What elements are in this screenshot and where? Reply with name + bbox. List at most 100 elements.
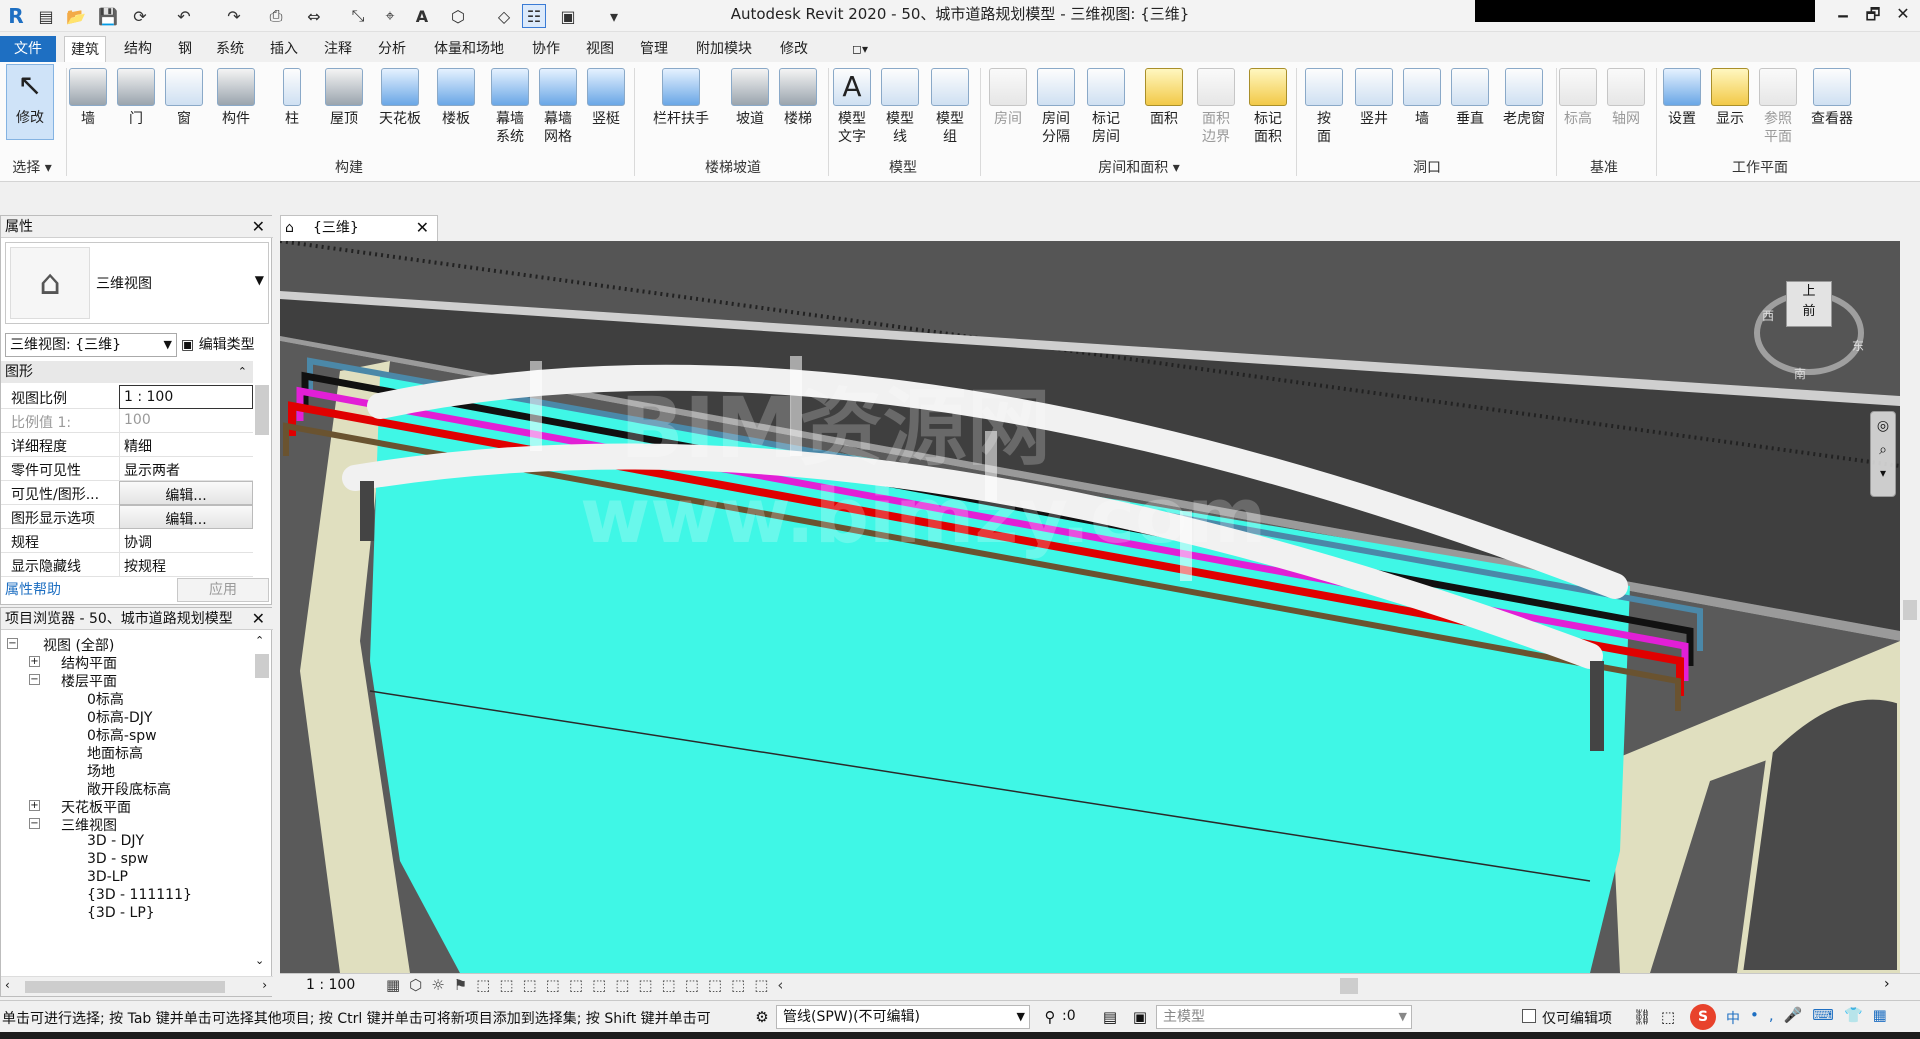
scroll-up-icon[interactable]: ⌃ [255, 634, 264, 647]
property-value[interactable]: 100 [119, 409, 253, 433]
navigation-bar[interactable]: ◎ ⌕ ▾ [1870, 411, 1896, 497]
home-icon[interactable]: ▤ [34, 4, 58, 28]
wall-opening-button[interactable]: 墙 [1400, 66, 1444, 166]
wall-button[interactable]: 墙 [66, 66, 110, 166]
design-options-icon[interactable]: ▣ [1130, 1007, 1150, 1027]
active-workset[interactable]: 管线(SPW)(不可编辑) ▼ [776, 1005, 1030, 1029]
vertical-opening-button[interactable]: 垂直 [1448, 66, 1492, 166]
3d-viewport[interactable]: BIM资源网 www.bimzy.com 上前 西 东 南 ◎ ⌕ ▾ [280, 241, 1900, 973]
properties-scrollbar[interactable] [255, 385, 269, 435]
close-view-icon[interactable]: ✕ [416, 216, 429, 240]
default-3d-icon[interactable]: ⬡ [446, 4, 470, 28]
sync-icon[interactable]: ⟳ [128, 4, 152, 28]
undo-icon[interactable]: ↶ [172, 4, 196, 28]
expand-icon[interactable]: + [29, 800, 40, 811]
thin-lines-icon[interactable]: ☷ [522, 4, 546, 28]
browser-item[interactable]: 三维视图 [61, 815, 117, 835]
tab-analyze[interactable]: 分析 [372, 36, 412, 62]
property-row[interactable]: 比例值 1: 100 [1, 409, 253, 433]
collapse-icon[interactable]: − [29, 818, 40, 829]
view-instance-selector[interactable]: 三维视图: {三维} ▼ [5, 333, 177, 357]
collapse-icon[interactable]: − [29, 674, 40, 685]
properties-help-link[interactable]: 属性帮助 [5, 579, 61, 599]
opening-by-face-button[interactable]: 按 面 [1302, 66, 1346, 166]
browser-vscrollbar[interactable] [255, 654, 269, 678]
area-boundary-button[interactable]: 面积 边界 [1194, 66, 1238, 166]
browser-hscrollbar[interactable]: ‹ › [1, 976, 273, 996]
view-scale[interactable]: 1 : 100 [306, 977, 355, 993]
ref-plane-button[interactable]: 参照 平面 [1756, 66, 1800, 166]
open-icon[interactable]: 📂 [64, 4, 88, 28]
component-button[interactable]: 构件 [214, 66, 258, 166]
zoom-icon[interactable]: ⌕ [1871, 442, 1895, 458]
roof-button[interactable]: 屋顶 [322, 66, 366, 166]
nav-dropdown-icon[interactable]: ▾ [1871, 466, 1895, 480]
type-selector[interactable]: ⌂ 三维视图 ▼ [5, 242, 269, 324]
view-control-icons[interactable]: ▦⬡☼⚑⬚⬚⬚⬚⬚⬚⬚⬚⬚⬚⬚⬚⬚‹ [386, 976, 792, 994]
tab-file[interactable]: 文件 [0, 36, 56, 62]
tab-addins[interactable]: 附加模块 [690, 36, 758, 62]
browser-item[interactable]: 3D - DJY [87, 833, 144, 849]
tab-manage[interactable]: 管理 [634, 36, 674, 62]
window-button[interactable]: 窗 [162, 66, 206, 166]
graphics-group[interactable]: 图形 ⌃ [1, 361, 253, 383]
revit-logo-icon[interactable]: R [4, 4, 28, 28]
browser-item[interactable]: {3D - LP} [87, 905, 155, 921]
filter-icon[interactable]: ⚲ [1040, 1007, 1060, 1027]
tab-annotate[interactable]: 注释 [318, 36, 358, 62]
view-vscrollbar[interactable] [1900, 200, 1920, 973]
property-value[interactable]: 显示两者 [119, 457, 253, 481]
measure-icon[interactable]: ⇔ [302, 4, 326, 28]
railing-button[interactable]: 栏杆扶手 [646, 66, 716, 166]
model-text-button[interactable]: A 模型 文字 [830, 66, 874, 166]
browser-item[interactable]: {3D - 111111} [87, 887, 192, 903]
tab-steel[interactable]: 钢 [172, 36, 198, 62]
browser-item[interactable]: 天花板平面 [61, 797, 131, 817]
set-workplane-button[interactable]: 设置 [1660, 66, 1704, 166]
property-row[interactable]: 零件可见性 显示两者 [1, 457, 253, 481]
expand-icon[interactable]: + [29, 656, 40, 667]
room-separator-button[interactable]: 房间 分隔 [1034, 66, 1078, 166]
qat-dropdown-icon[interactable]: ▾ [602, 4, 626, 28]
column-button[interactable]: 柱 [270, 66, 314, 166]
property-edit-button[interactable]: 编辑... [119, 505, 253, 529]
section-icon[interactable]: ◇ [492, 4, 516, 28]
browser-item[interactable]: 3D - spw [87, 851, 148, 867]
design-option-selector[interactable]: 主模型 ▼ [1156, 1005, 1412, 1029]
browser-item[interactable]: 楼层平面 [61, 671, 117, 691]
save-icon[interactable]: 💾 [96, 4, 120, 28]
viewcube-top[interactable]: 上 [1802, 284, 1815, 299]
property-row[interactable]: 规程 协调 [1, 529, 253, 553]
property-value[interactable]: 精细 [119, 433, 253, 457]
browser-item[interactable]: 结构平面 [61, 653, 117, 673]
tab-insert[interactable]: 插入 [264, 36, 304, 62]
property-row[interactable]: 显示隐藏线 按规程 [1, 553, 253, 577]
model-canvas[interactable] [280, 241, 1900, 973]
select-underlay-icon[interactable]: ⬚ [1658, 1007, 1678, 1027]
browser-item[interactable]: 视图 (全部) [43, 635, 114, 655]
floor-button[interactable]: 楼板 [434, 66, 478, 166]
area-button[interactable]: 面积 [1142, 66, 1186, 166]
type-dropdown-icon[interactable]: ▼ [255, 273, 264, 287]
property-row[interactable]: 视图比例 1 : 100 [1, 385, 253, 409]
tab-collaborate[interactable]: 协作 [526, 36, 566, 62]
panel-room-area-label[interactable]: 房间和面积 ▾ [986, 157, 1292, 179]
browser-item[interactable]: 3D-LP [87, 869, 128, 885]
tag-room-button[interactable]: 标记 房间 [1084, 66, 1128, 166]
level-button[interactable]: 标高 [1556, 66, 1600, 166]
browser-item[interactable]: 0标高-spw [87, 725, 157, 745]
show-workplane-button[interactable]: 显示 [1708, 66, 1752, 166]
browser-item[interactable]: 0标高-DJY [87, 707, 152, 727]
dimension-icon[interactable]: ⤡ [346, 4, 370, 28]
mullion-button[interactable]: 竖梃 [584, 66, 628, 166]
tab-modify[interactable]: 修改 [774, 36, 814, 62]
tab-structure[interactable]: 结构 [118, 36, 158, 62]
text-icon[interactable]: A [410, 4, 434, 28]
close-browser-icon[interactable]: ✕ [252, 608, 265, 630]
browser-item[interactable]: 地面标高 [87, 743, 143, 763]
panel-select-label[interactable]: 选择 ▾ [4, 157, 60, 179]
stair-button[interactable]: 楼梯 [776, 66, 820, 166]
editing-requests-icon[interactable]: ▤ [1100, 1007, 1120, 1027]
property-edit-button[interactable]: 编辑... [119, 481, 253, 505]
ime-toolbar-icons[interactable]: •,🎤⌨👕▦ [1750, 1006, 1897, 1024]
